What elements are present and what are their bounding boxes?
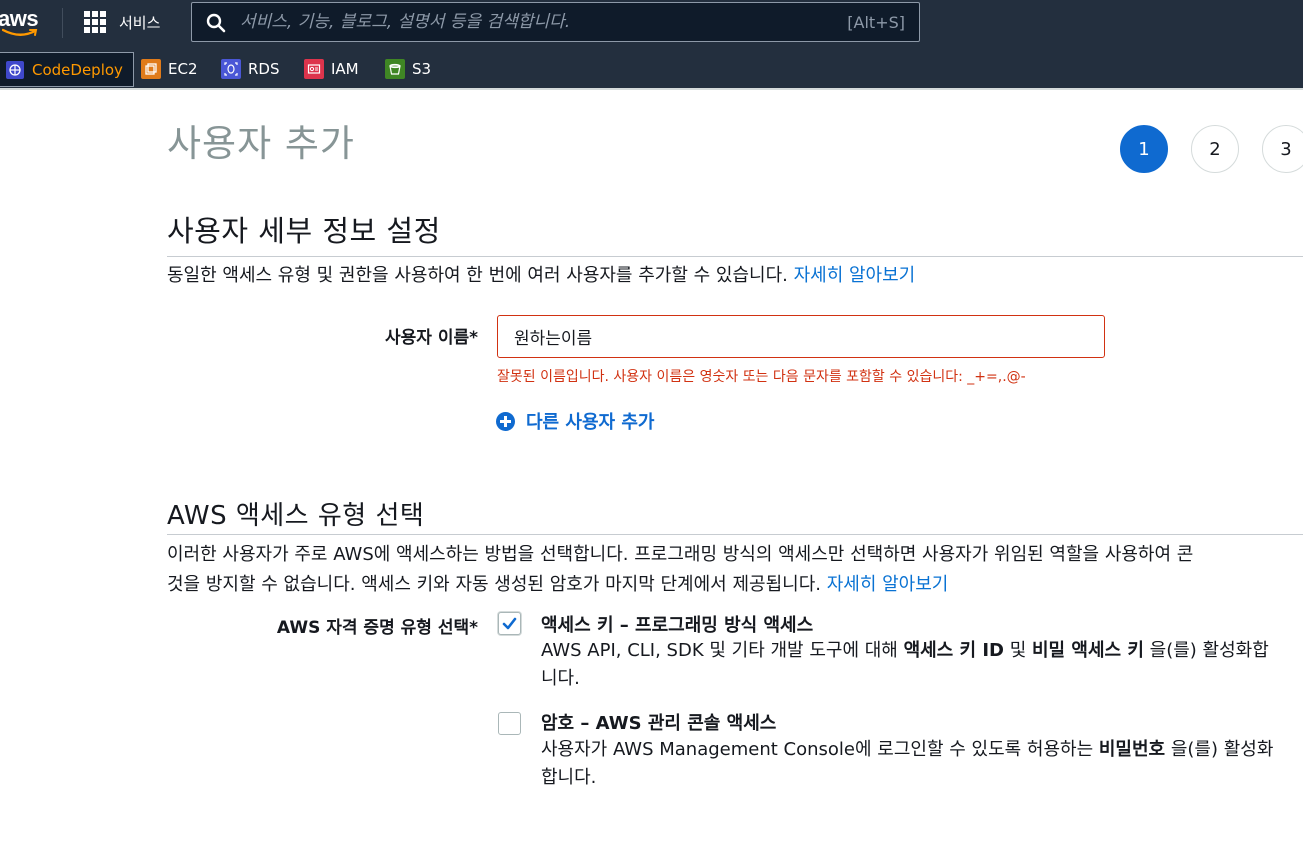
codedeploy-icon: [6, 60, 24, 79]
desc-bold: 비밀번호: [1098, 739, 1166, 760]
add-user-label: 다른 사용자 추가: [526, 412, 655, 433]
user-details-description: 동일한 액세스 유형 및 권한을 사용하여 한 번에 여러 사용자를 추가할 수…: [167, 261, 1303, 291]
search-icon: [206, 13, 226, 33]
section-divider: [167, 534, 1303, 535]
nav-divider: [62, 8, 63, 38]
favorite-s3[interactable]: S3: [385, 58, 431, 80]
favorite-label: EC2: [168, 60, 198, 78]
favorite-label: CodeDeploy: [32, 60, 123, 79]
aws-logo[interactable]: aws: [0, 4, 44, 38]
step-3[interactable]: 3: [1262, 125, 1303, 173]
favorite-iam[interactable]: IAM: [304, 58, 359, 80]
section-divider: [167, 256, 1303, 257]
access-key-option-title: 액세스 키 – 프로그래밍 방식 액세스: [541, 615, 814, 636]
s3-bucket-icon: [385, 59, 405, 79]
checkmark-icon: [502, 617, 517, 630]
step-1[interactable]: 1: [1120, 125, 1168, 173]
services-label: 서비스: [119, 13, 161, 32]
grid-menu-icon: [84, 11, 106, 33]
rds-icon: [221, 59, 241, 79]
access-key-option-description: AWS API, CLI, SDK 및 기타 개발 도구에 대해 액세스 키 I…: [541, 637, 1281, 693]
desc-text: 및: [1003, 640, 1032, 661]
credential-type-label: AWS 자격 증명 유형 선택*: [276, 618, 478, 638]
access-type-title: AWS 액세스 유형 선택: [167, 501, 425, 531]
username-label: 사용자 이름*: [384, 328, 478, 348]
favorite-label: IAM: [331, 60, 359, 78]
access-type-description: 이러한 사용자가 주로 AWS에 액세스하는 방법을 선택합니다. 프로그래밍 …: [167, 540, 1303, 600]
plus-circle-icon: [496, 411, 515, 431]
description-line-2-text: 것을 방지할 수 없습니다. 액세스 키와 자동 생성된 암호가 마지막 단계에…: [167, 574, 821, 595]
description-line-1: 이러한 사용자가 주로 AWS에 액세스하는 방법을 선택합니다. 프로그래밍 …: [167, 544, 1194, 565]
favorite-label: S3: [412, 60, 432, 78]
favorite-codedeploy[interactable]: CodeDeploy: [0, 52, 134, 87]
username-error-message: 잘못된 이름입니다. 사용자 이름은 영숫자 또는 다음 문자를 포함할 수 있…: [497, 369, 1026, 385]
desc-text: AWS API, CLI, SDK 및 기타 개발 도구에 대해: [541, 640, 904, 661]
password-checkbox[interactable]: [498, 712, 521, 735]
desc-text: 사용자가 AWS Management Console에 로그인할 수 있도록 …: [541, 739, 1099, 760]
username-input[interactable]: [497, 315, 1105, 358]
password-option-description: 사용자가 AWS Management Console에 로그인할 수 있도록 …: [541, 736, 1281, 792]
services-menu-button[interactable]: 서비스: [84, 10, 160, 34]
description-line-2: 것을 방지할 수 없습니다. 액세스 키와 자동 생성된 암호가 마지막 단계에…: [167, 570, 1303, 600]
learn-more-link[interactable]: 자세히 알아보기: [794, 265, 916, 286]
search-bar[interactable]: [Alt+S]: [191, 2, 920, 42]
description-text: 동일한 액세스 유형 및 권한을 사용하여 한 번에 여러 사용자를 추가할 수…: [167, 265, 788, 286]
user-details-title: 사용자 세부 정보 설정: [167, 214, 441, 248]
ec2-icon: [141, 59, 161, 79]
desc-bold: 비밀 액세스 키: [1032, 640, 1144, 661]
iam-icon: [304, 59, 324, 79]
search-input[interactable]: [240, 9, 820, 35]
password-option-title: 암호 – AWS 관리 콘솔 액세스: [541, 713, 777, 734]
add-another-user-button[interactable]: 다른 사용자 추가: [496, 408, 654, 434]
aws-smile-icon: [2, 28, 38, 36]
favorite-ec2[interactable]: EC2: [141, 58, 198, 80]
favorite-label: RDS: [248, 60, 280, 78]
top-navigation: aws 서비스 [Alt+S]: [0, 0, 1303, 46]
search-shortcut-hint: [Alt+S]: [847, 13, 905, 32]
learn-more-link[interactable]: 자세히 알아보기: [827, 574, 949, 595]
favorite-rds[interactable]: RDS: [221, 58, 280, 80]
access-key-checkbox[interactable]: [498, 612, 521, 635]
step-2[interactable]: 2: [1191, 125, 1239, 173]
page-title: 사용자 추가: [167, 122, 355, 165]
favorites-bar: CodeDeploy EC2 RDS IAM S3: [0, 46, 1303, 90]
desc-bold: 액세스 키 ID: [903, 640, 1004, 661]
